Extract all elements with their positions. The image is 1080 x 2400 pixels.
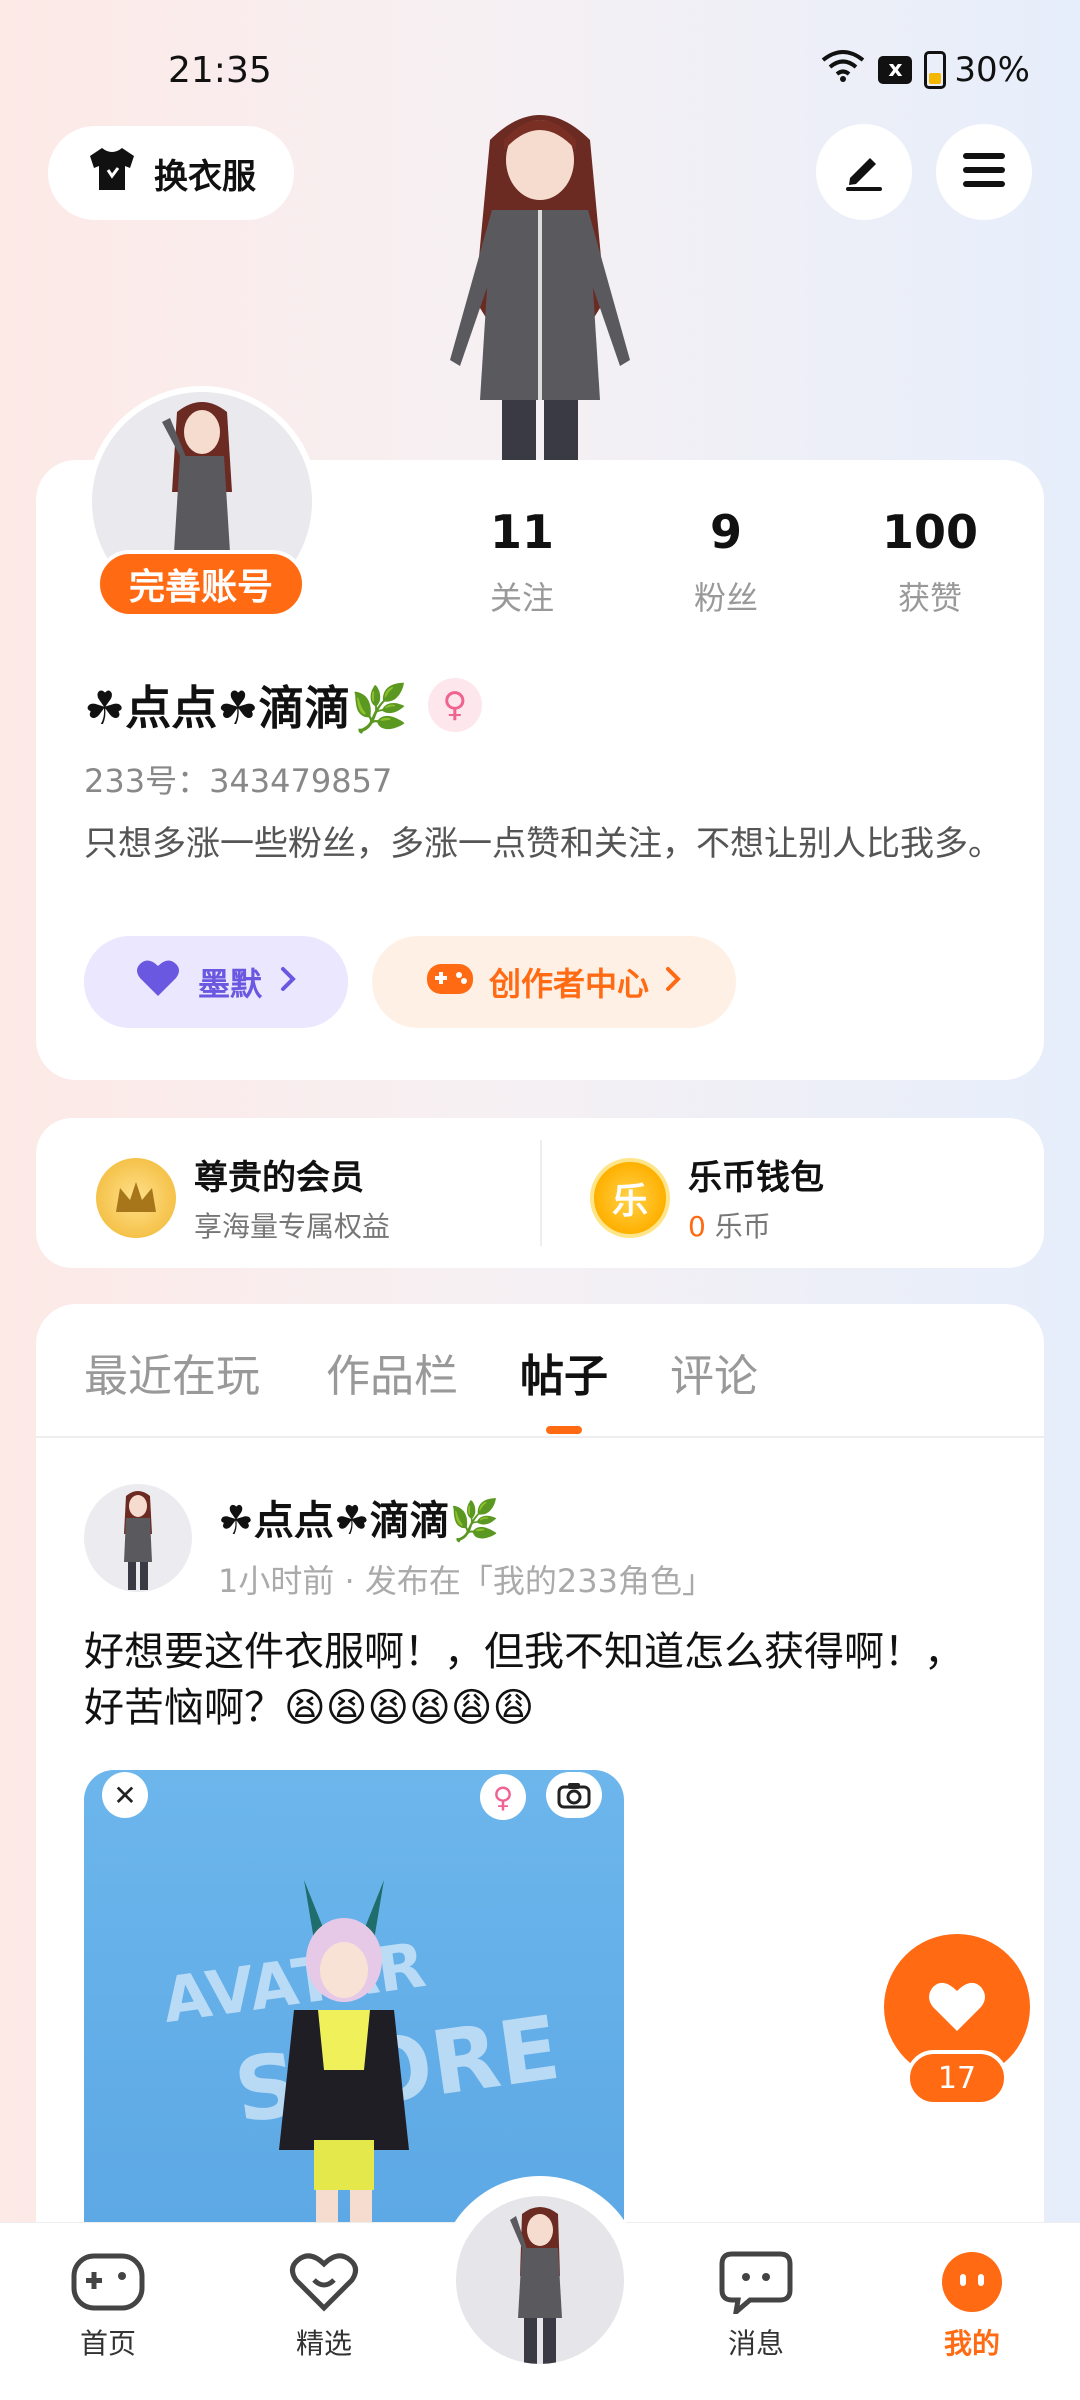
wallet-balance: 0 乐币: [688, 1205, 824, 1245]
wallet-unit: 乐币: [714, 1210, 771, 1243]
fans-count: 9: [709, 505, 742, 559]
change-outfit-label: 换衣服: [154, 156, 256, 197]
chevron-right-icon: [278, 963, 298, 1001]
hamburger-icon: [961, 150, 1007, 194]
wallet-title: 乐币钱包: [688, 1158, 824, 1198]
chevron-right-icon: [663, 963, 683, 1001]
tab-divider: [36, 1436, 1044, 1438]
post-text: 好想要这件衣服啊！，但我不知道怎么获得啊！，好苦恼啊？😫😫😫😫😩😩: [84, 1629, 964, 1731]
crown-icon: [96, 1157, 176, 1238]
tab-works[interactable]: 作品栏: [326, 1340, 458, 1404]
wifi-icon: [820, 48, 866, 91]
fans-stat[interactable]: 9 粉丝: [646, 505, 806, 619]
wallet-amount: 0: [688, 1210, 706, 1243]
gamepad-icon: [425, 958, 475, 1006]
purple-heart-icon: [134, 958, 182, 1006]
post-meta: 1小时前 · 发布在「我的233角色」: [218, 1562, 714, 1600]
change-outfit-button[interactable]: 换衣服: [48, 126, 294, 220]
nav-home-label: 首页: [79, 2327, 136, 2360]
creator-center-label: 创作者中心: [488, 965, 649, 1003]
edit-profile-button[interactable]: [816, 124, 912, 220]
camera-icon[interactable]: [546, 1772, 602, 1818]
vip-divider: [540, 1140, 542, 1246]
nav-featured-label: 精选: [295, 2327, 352, 2360]
heart-icon: [925, 1977, 989, 2037]
tab-recently-played[interactable]: 最近在玩: [84, 1340, 260, 1404]
nav-featured[interactable]: 精选: [254, 2250, 394, 2362]
following-count: 11: [489, 505, 554, 559]
nav-me[interactable]: 我的: [902, 2250, 1042, 2362]
female-gender-icon: ♀: [480, 1774, 526, 1820]
mo-pill-label: 墨默: [197, 965, 262, 1003]
vip-membership-entry[interactable]: 尊贵的会员 享海量专属权益: [96, 1150, 390, 1245]
post-author-avatar[interactable]: [84, 1484, 192, 1592]
me-face-icon: [934, 2252, 1010, 2318]
le-coin-icon: 乐: [590, 1157, 670, 1238]
complete-account-button[interactable]: 完善账号: [96, 550, 306, 618]
creator-center-button[interactable]: 创作者中心: [372, 936, 736, 1028]
mo-pill-button[interactable]: 墨默: [84, 936, 348, 1028]
battery-icon: [924, 50, 947, 89]
nav-me-label: 我的: [943, 2327, 1000, 2360]
vip-title: 尊贵的会员: [194, 1158, 364, 1198]
heart-outline-icon: [286, 2253, 362, 2318]
chat-bubble-icon: [718, 2251, 794, 2319]
nav-home[interactable]: 首页: [38, 2250, 178, 2362]
fans-label: 粉丝: [693, 579, 758, 617]
nickname: ☘点点☘滴滴🌿: [84, 681, 408, 735]
user-id: 233号：343479857: [84, 762, 393, 800]
bio-text: 只想多涨一些粉丝，多涨一点赞和关注，不想让别人比我多。: [84, 824, 1002, 864]
menu-button[interactable]: [936, 124, 1032, 220]
female-gender-icon: ♀: [427, 678, 482, 732]
like-count: 17: [906, 2050, 1008, 2106]
pen-icon: [840, 146, 888, 198]
battery-percent: 30%: [954, 49, 1030, 90]
nickname-row: ☘点点☘滴滴🌿 ♀: [84, 672, 482, 738]
likes-label: 获赞: [897, 579, 962, 617]
gamepad-icon: [70, 2253, 146, 2318]
wallet-entry[interactable]: 乐 乐币钱包 0 乐币: [590, 1150, 824, 1245]
nav-messages-label: 消息: [727, 2327, 784, 2360]
vip-subtitle: 享海量专属权益: [194, 1210, 391, 1243]
likes-count: 100: [881, 505, 979, 559]
no-sim-icon: x: [878, 55, 913, 84]
likes-stat[interactable]: 100 获赞: [850, 505, 1010, 619]
tab-posts[interactable]: 帖子: [520, 1340, 608, 1404]
active-tab-indicator: [546, 1426, 582, 1434]
following-stat[interactable]: 11 关注: [442, 505, 602, 619]
tab-comments[interactable]: 评论: [670, 1340, 758, 1404]
status-time: 21:35: [168, 50, 272, 91]
hero-avatar-figure[interactable]: [420, 100, 660, 460]
tshirt-icon: [86, 146, 138, 201]
nav-center-avatar[interactable]: [456, 2196, 624, 2364]
status-icons: x 30%: [820, 48, 1030, 91]
following-label: 关注: [489, 579, 554, 617]
nav-messages[interactable]: 消息: [686, 2250, 826, 2362]
close-icon[interactable]: ✕: [102, 1772, 148, 1818]
post-author-name[interactable]: ☘点点☘滴滴🌿: [218, 1488, 500, 1546]
